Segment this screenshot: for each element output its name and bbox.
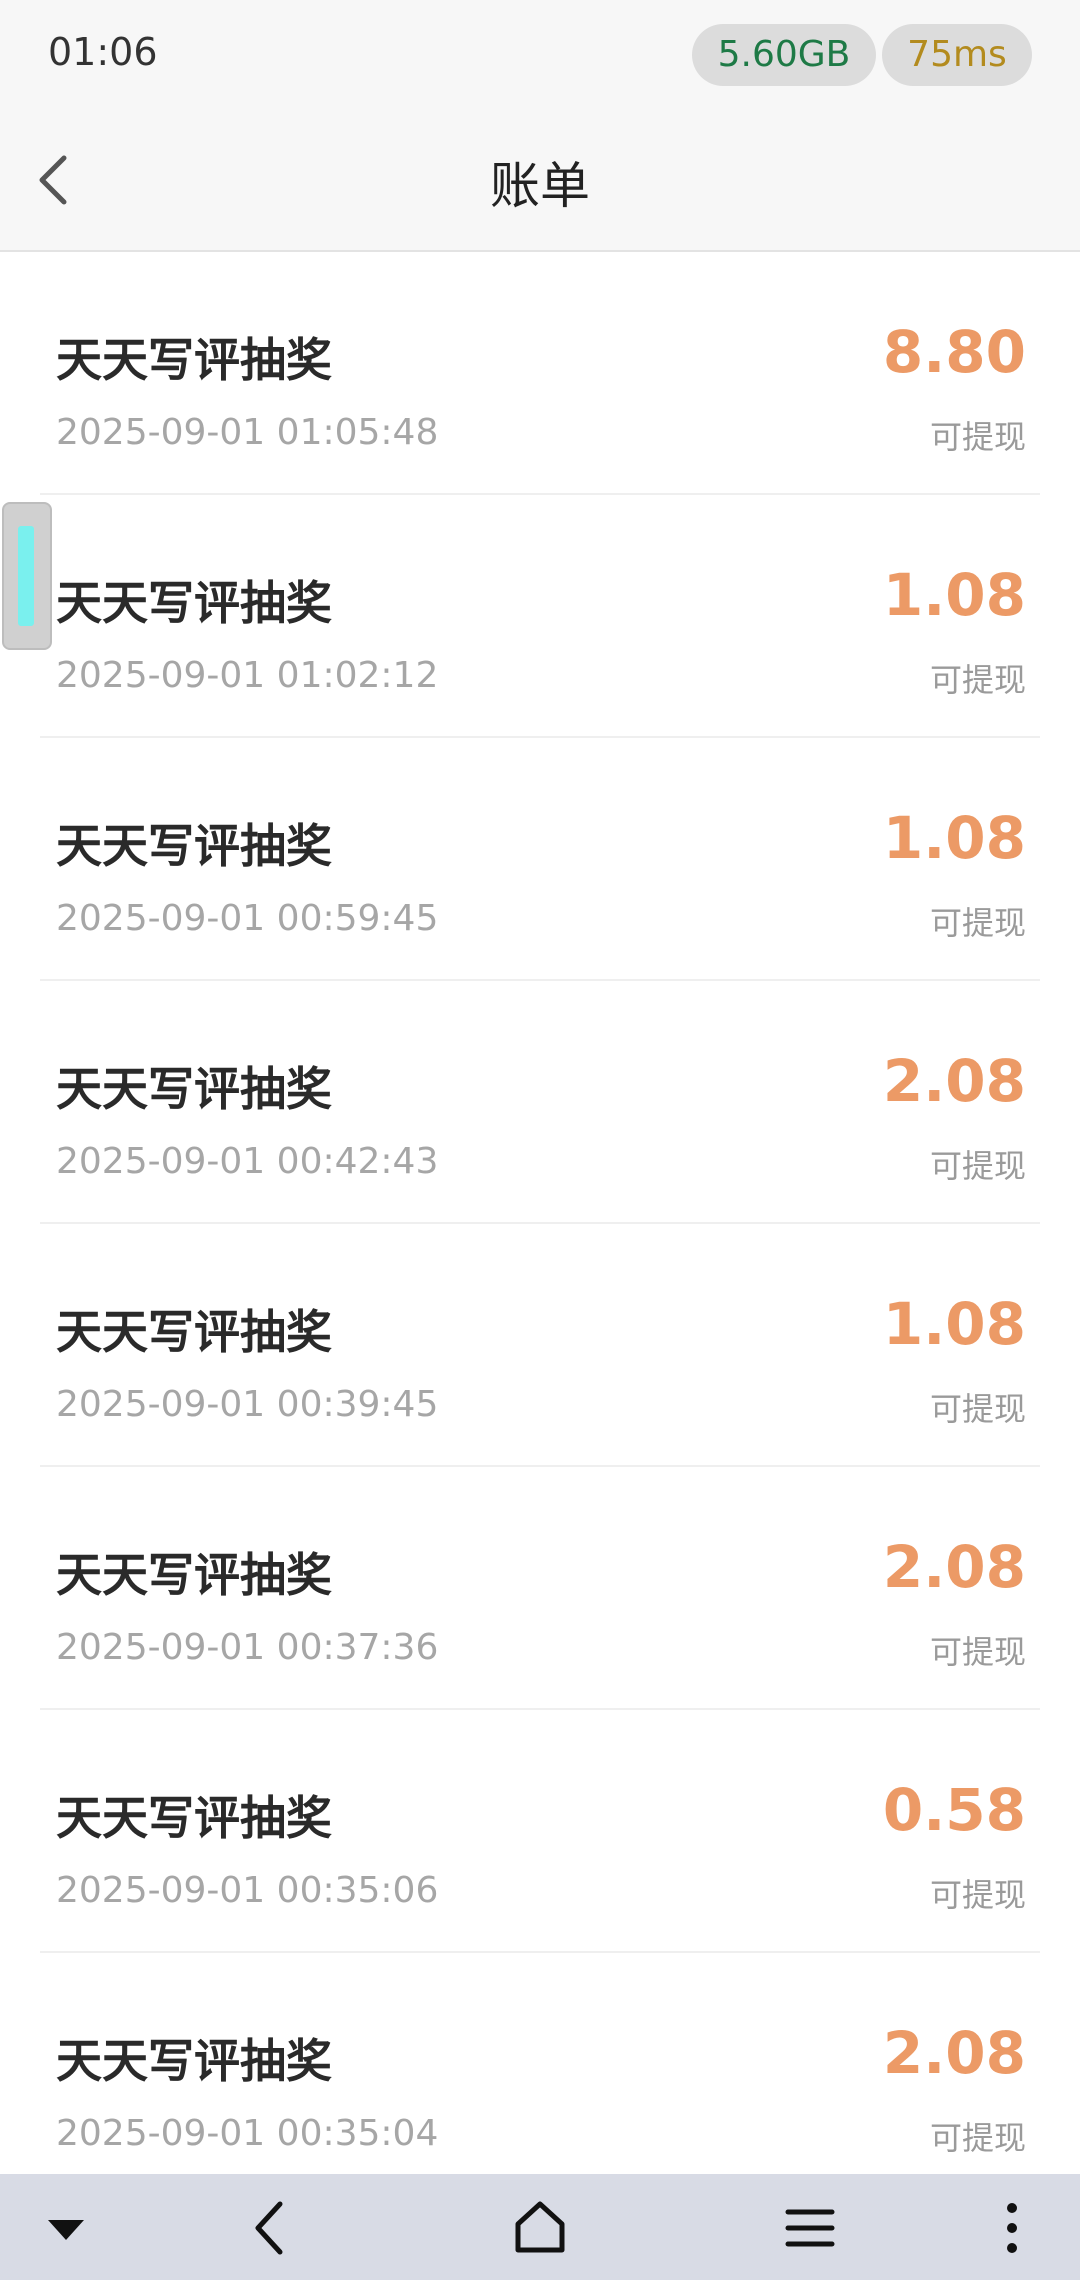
bill-status: 可提现: [929, 904, 1026, 942]
bill-amount: 0.58: [882, 1776, 1026, 1844]
bill-item[interactable]: 天天写评抽奖 2025-09-01 00:35:04 2.08 可提现: [40, 1953, 1040, 2174]
bill-amount: 2.08: [882, 1047, 1026, 1115]
system-home-button[interactable]: [504, 2192, 576, 2264]
bill-time: 2025-09-01 00:35:04: [56, 2113, 439, 2154]
bill-time: 2025-09-01 00:59:45: [56, 898, 439, 939]
bill-amount: 1.08: [882, 1290, 1026, 1358]
bill-item[interactable]: 天天写评抽奖 2025-09-01 01:05:48 8.80 可提现: [40, 252, 1040, 495]
bill-amount: 1.08: [882, 804, 1026, 872]
bill-title: 天天写评抽奖: [56, 2034, 332, 2088]
bill-item[interactable]: 天天写评抽奖 2025-09-01 01:02:12 1.08 可提现: [40, 495, 1040, 738]
bill-time: 2025-09-01 00:37:36: [56, 1627, 439, 1668]
bill-time: 2025-09-01 00:35:06: [56, 1870, 439, 1911]
system-nav-bar: [0, 2174, 1080, 2280]
bill-title: 天天写评抽奖: [56, 333, 332, 387]
bill-amount: 2.08: [882, 2019, 1026, 2087]
bill-amount: 8.80: [882, 318, 1026, 386]
bill-time: 2025-09-01 01:05:48: [56, 412, 439, 453]
bill-status: 可提现: [929, 661, 1026, 699]
bill-status: 可提现: [929, 1147, 1026, 1185]
back-icon: [255, 2201, 283, 2255]
bill-title: 天天写评抽奖: [56, 1548, 332, 1602]
menu-icon: [785, 2209, 835, 2247]
bill-status: 可提现: [929, 1633, 1026, 1671]
bill-time: 2025-09-01 00:39:45: [56, 1384, 439, 1425]
system-more-button[interactable]: [976, 2192, 1048, 2264]
memory-badge: 5.60GB: [692, 24, 876, 86]
bill-time: 2025-09-01 00:42:43: [56, 1141, 439, 1182]
home-icon: [515, 2201, 565, 2253]
bill-amount: 1.08: [882, 561, 1026, 629]
triangle-down-icon: [48, 2220, 84, 2240]
bill-item[interactable]: 天天写评抽奖 2025-09-01 00:37:36 2.08 可提现: [40, 1467, 1040, 1710]
bill-item[interactable]: 天天写评抽奖 2025-09-01 00:35:06 0.58 可提现: [40, 1710, 1040, 1953]
bill-list: 天天写评抽奖 2025-09-01 01:05:48 8.80 可提现 天天写评…: [0, 252, 1080, 2174]
floating-side-handle[interactable]: [2, 502, 52, 650]
bill-status: 可提现: [929, 418, 1026, 456]
bill-status: 可提现: [929, 1876, 1026, 1914]
bill-title: 天天写评抽奖: [56, 1305, 332, 1359]
bill-status: 可提现: [929, 1390, 1026, 1428]
bill-item[interactable]: 天天写评抽奖 2025-09-01 00:42:43 2.08 可提现: [40, 981, 1040, 1224]
nav-header: 账单: [0, 112, 1080, 252]
bill-title: 天天写评抽奖: [56, 1062, 332, 1116]
bill-amount: 2.08: [882, 1533, 1026, 1601]
bill-title: 天天写评抽奖: [56, 819, 332, 873]
status-clock: 01:06: [48, 30, 158, 74]
bill-title: 天天写评抽奖: [56, 576, 332, 630]
bill-status: 可提现: [929, 2119, 1026, 2157]
more-vertical-icon: [1007, 2203, 1017, 2253]
hide-nav-button[interactable]: [30, 2192, 102, 2264]
bill-item[interactable]: 天天写评抽奖 2025-09-01 00:39:45 1.08 可提现: [40, 1224, 1040, 1467]
bill-item[interactable]: 天天写评抽奖 2025-09-01 00:59:45 1.08 可提现: [40, 738, 1040, 981]
status-bar: 01:06 5.60GB 75ms: [0, 0, 1080, 112]
bill-title: 天天写评抽奖: [56, 1791, 332, 1845]
page-title: 账单: [490, 157, 590, 215]
system-menu-button[interactable]: [774, 2192, 846, 2264]
bill-time: 2025-09-01 01:02:12: [56, 655, 439, 696]
system-back-button[interactable]: [234, 2192, 306, 2264]
side-handle-indicator: [18, 526, 34, 626]
latency-badge: 75ms: [882, 24, 1032, 86]
